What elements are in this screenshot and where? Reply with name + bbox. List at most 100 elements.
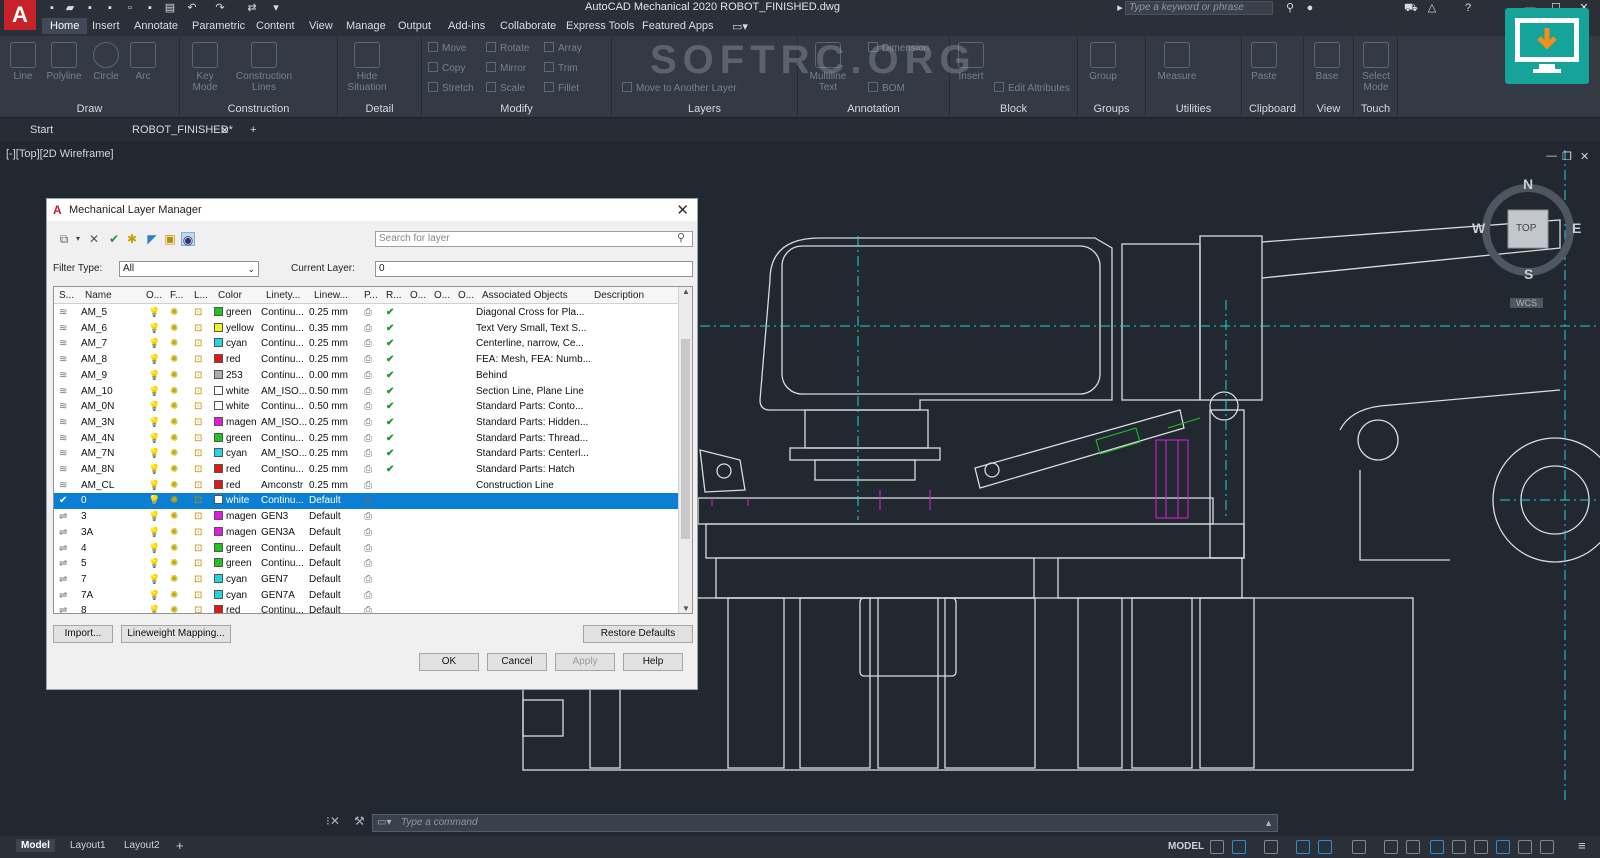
- tab-featured-apps[interactable]: Featured Apps: [642, 20, 714, 32]
- layer-name[interactable]: AM_9: [81, 370, 141, 381]
- checkmark-icon[interactable]: ✔: [386, 433, 394, 444]
- layer-linetype[interactable]: GEN3A: [261, 527, 311, 538]
- layer-linetype[interactable]: Continu...: [261, 605, 311, 613]
- bulb-icon[interactable]: 💡: [148, 605, 160, 613]
- bulb-icon[interactable]: 💡: [148, 433, 160, 444]
- tab-collaborate[interactable]: Collaborate: [500, 20, 556, 32]
- layer-linetype[interactable]: GEN7A: [261, 590, 311, 601]
- unlock-icon[interactable]: ⊡: [194, 480, 202, 491]
- layer-color[interactable]: red: [214, 605, 262, 613]
- layer-lineweight[interactable]: Default: [309, 543, 361, 554]
- layer-walk-icon[interactable]: ◤: [145, 232, 159, 246]
- tab-parametric[interactable]: Parametric: [192, 20, 245, 32]
- base-view-button[interactable]: Base: [1310, 42, 1344, 82]
- layer-linetype[interactable]: Continu...: [261, 495, 311, 506]
- layer-lineweight[interactable]: 0.25 mm: [309, 354, 361, 365]
- command-customize-icon[interactable]: ⚒: [354, 814, 365, 828]
- checkmark-icon[interactable]: ✔: [386, 307, 394, 318]
- viewport-controls[interactable]: [-][Top][2D Wireframe]: [6, 148, 114, 160]
- help-button[interactable]: Help: [623, 653, 683, 671]
- printer-icon[interactable]: ⎙: [364, 370, 372, 381]
- viewcube[interactable]: N S E W TOP WCS: [1468, 176, 1588, 308]
- new-layer-icon[interactable]: ⧉: [57, 232, 71, 246]
- col-freeze[interactable]: F...: [170, 290, 183, 301]
- tab-home[interactable]: Home: [42, 18, 88, 34]
- layer-row[interactable]: ≋ AM_4N 💡 ✺ ⊡ green Continu... 0.25 mm ⎙ ✔ Standar…: [54, 431, 678, 447]
- units-icon[interactable]: [1452, 840, 1466, 854]
- sun-icon[interactable]: ✺: [170, 448, 178, 459]
- checkmark-icon[interactable]: ✔: [386, 323, 394, 334]
- annotation-monitor-icon[interactable]: [1406, 840, 1420, 854]
- layer-name[interactable]: 4: [81, 543, 141, 554]
- tab-robot-finished[interactable]: ROBOT_FINISHED*: [132, 124, 233, 136]
- unlock-icon[interactable]: ⊡: [194, 527, 202, 538]
- layer-lineweight[interactable]: 0.25 mm: [309, 417, 361, 428]
- tab-model[interactable]: Model: [16, 839, 55, 852]
- sun-icon[interactable]: ✺: [170, 527, 178, 538]
- layer-lineweight[interactable]: Default: [309, 511, 361, 522]
- close-tab-icon[interactable]: ✕: [220, 124, 229, 137]
- layer-linetype[interactable]: Continu...: [261, 543, 311, 554]
- printer-icon[interactable]: ⎙: [364, 574, 372, 585]
- trim-button[interactable]: Trim: [544, 62, 578, 74]
- scale-button[interactable]: Scale: [486, 82, 525, 94]
- layer-table-scrollbar[interactable]: ▲ ▼: [678, 287, 692, 613]
- customize-status-icon[interactable]: ≡: [1578, 838, 1586, 853]
- printer-icon[interactable]: ⎙: [364, 386, 372, 397]
- checkmark-icon[interactable]: ✔: [386, 464, 394, 475]
- layer-lineweight[interactable]: 0.25 mm: [309, 307, 361, 318]
- open-file-icon[interactable]: ▰: [64, 2, 76, 14]
- layer-row[interactable]: ≋ AM_8N 💡 ✺ ⊡ red Continu... 0.25 mm ⎙ ✔ Standard …: [54, 462, 678, 478]
- layer-color[interactable]: 253: [214, 369, 262, 381]
- col-plot[interactable]: P...: [364, 290, 378, 301]
- publish-icon[interactable]: ▪: [144, 2, 156, 14]
- tab-view[interactable]: View: [309, 20, 333, 32]
- layer-lineweight[interactable]: Default: [309, 574, 361, 585]
- share-icon[interactable]: ⇄: [246, 2, 258, 14]
- sun-icon[interactable]: ✺: [170, 574, 178, 585]
- sun-icon[interactable]: ✺: [170, 480, 178, 491]
- layer-row[interactable]: ≋ AM_10 💡 ✺ ⊡ white AM_ISO... 0.50 mm ⎙ ✔ Section …: [54, 384, 678, 400]
- col-color[interactable]: Color: [218, 290, 242, 301]
- isolate-objects-icon[interactable]: [1518, 840, 1532, 854]
- layer-color[interactable]: cyan: [214, 589, 262, 601]
- unlock-icon[interactable]: ⊡: [194, 574, 202, 585]
- plot-icon[interactable]: ▤: [164, 2, 176, 14]
- layer-lineweight[interactable]: 0.25 mm: [309, 433, 361, 444]
- layer-lineweight[interactable]: 0.50 mm: [309, 386, 361, 397]
- unlock-icon[interactable]: ⊡: [194, 417, 202, 428]
- settings-icon[interactable]: ◉: [181, 232, 195, 247]
- layer-row[interactable]: ⇌ 7A 💡 ✺ ⊡ cyan GEN7A Default ⎙: [54, 588, 678, 604]
- compass-west[interactable]: W: [1472, 220, 1485, 236]
- groups-panel-title[interactable]: Groups: [1078, 103, 1145, 115]
- sun-icon[interactable]: ✺: [170, 464, 178, 475]
- layer-name[interactable]: AM_5: [81, 307, 141, 318]
- layer-search-input[interactable]: Search for layer: [375, 231, 693, 247]
- measure-button[interactable]: Measure: [1156, 42, 1198, 82]
- unlock-icon[interactable]: ⊡: [194, 590, 202, 601]
- layer-linetype[interactable]: Continu...: [261, 433, 311, 444]
- layer-name[interactable]: 8: [81, 605, 141, 613]
- sun-icon[interactable]: ✺: [170, 386, 178, 397]
- sun-icon[interactable]: ✺: [170, 511, 178, 522]
- bulb-icon[interactable]: 💡: [148, 464, 160, 475]
- layer-row[interactable]: ⇌ 3A 💡 ✺ ⊡ magen GEN3A Default ⎙: [54, 525, 678, 541]
- layer-color[interactable]: white: [214, 495, 262, 506]
- bulb-icon[interactable]: 💡: [148, 590, 160, 601]
- layer-color[interactable]: cyan: [214, 448, 262, 459]
- utilities-panel-title[interactable]: Utilities: [1146, 103, 1241, 115]
- layer-color[interactable]: magen: [214, 416, 262, 428]
- settings-gear-icon[interactable]: [1352, 840, 1366, 854]
- bulb-icon[interactable]: 💡: [148, 543, 160, 554]
- sun-icon[interactable]: ✺: [170, 543, 178, 554]
- paste-button[interactable]: Paste: [1248, 42, 1280, 82]
- layer-name[interactable]: 3: [81, 511, 141, 522]
- set-current-icon[interactable]: ✔: [107, 232, 121, 246]
- filter-type-select[interactable]: All ⌄: [119, 261, 259, 277]
- binoculars-icon[interactable]: ⚲: [1284, 2, 1296, 14]
- printer-icon[interactable]: ⎙: [364, 605, 372, 613]
- viewport-restore-icon[interactable]: ❐: [1562, 150, 1572, 163]
- layer-linetype[interactable]: AM_ISO...: [261, 417, 311, 428]
- command-expand-icon[interactable]: ▲: [1264, 815, 1273, 831]
- unlock-icon[interactable]: ⊡: [194, 495, 202, 506]
